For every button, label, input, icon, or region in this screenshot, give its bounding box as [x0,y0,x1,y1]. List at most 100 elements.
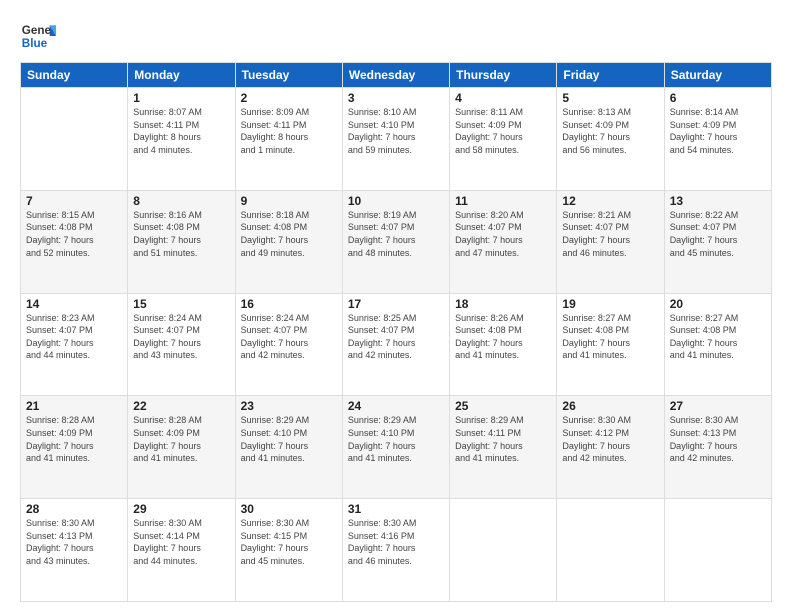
day-info: Sunrise: 8:07 AM Sunset: 4:11 PM Dayligh… [133,106,229,156]
calendar-day-cell: 6Sunrise: 8:14 AM Sunset: 4:09 PM Daylig… [664,88,771,191]
calendar-day-header: Saturday [664,63,771,88]
day-number: 28 [26,502,122,516]
day-info: Sunrise: 8:29 AM Sunset: 4:10 PM Dayligh… [348,414,444,464]
calendar-day-header: Sunday [21,63,128,88]
day-number: 25 [455,399,551,413]
calendar-day-cell: 2Sunrise: 8:09 AM Sunset: 4:11 PM Daylig… [235,88,342,191]
calendar-day-cell: 7Sunrise: 8:15 AM Sunset: 4:08 PM Daylig… [21,190,128,293]
day-info: Sunrise: 8:24 AM Sunset: 4:07 PM Dayligh… [241,312,337,362]
day-info: Sunrise: 8:28 AM Sunset: 4:09 PM Dayligh… [26,414,122,464]
calendar-day-cell: 14Sunrise: 8:23 AM Sunset: 4:07 PM Dayli… [21,293,128,396]
calendar-day-cell: 29Sunrise: 8:30 AM Sunset: 4:14 PM Dayli… [128,499,235,602]
calendar-day-cell: 13Sunrise: 8:22 AM Sunset: 4:07 PM Dayli… [664,190,771,293]
day-info: Sunrise: 8:15 AM Sunset: 4:08 PM Dayligh… [26,209,122,259]
day-number: 31 [348,502,444,516]
calendar-day-cell: 27Sunrise: 8:30 AM Sunset: 4:13 PM Dayli… [664,396,771,499]
generalblue-logo-icon: General Blue [20,18,56,54]
day-number: 29 [133,502,229,516]
calendar-day-header: Tuesday [235,63,342,88]
day-info: Sunrise: 8:09 AM Sunset: 4:11 PM Dayligh… [241,106,337,156]
calendar-day-cell: 18Sunrise: 8:26 AM Sunset: 4:08 PM Dayli… [450,293,557,396]
day-number: 14 [26,297,122,311]
calendar-week-row: 1Sunrise: 8:07 AM Sunset: 4:11 PM Daylig… [21,88,772,191]
calendar-day-cell: 5Sunrise: 8:13 AM Sunset: 4:09 PM Daylig… [557,88,664,191]
calendar-day-cell: 31Sunrise: 8:30 AM Sunset: 4:16 PM Dayli… [342,499,449,602]
day-number: 27 [670,399,766,413]
calendar-day-cell: 21Sunrise: 8:28 AM Sunset: 4:09 PM Dayli… [21,396,128,499]
logo: General Blue [20,18,58,54]
calendar-day-header: Thursday [450,63,557,88]
calendar-day-cell: 30Sunrise: 8:30 AM Sunset: 4:15 PM Dayli… [235,499,342,602]
calendar-day-header: Wednesday [342,63,449,88]
day-number: 20 [670,297,766,311]
calendar-header-row: SundayMondayTuesdayWednesdayThursdayFrid… [21,63,772,88]
day-number: 12 [562,194,658,208]
calendar-day-cell: 10Sunrise: 8:19 AM Sunset: 4:07 PM Dayli… [342,190,449,293]
calendar-day-cell: 25Sunrise: 8:29 AM Sunset: 4:11 PM Dayli… [450,396,557,499]
day-info: Sunrise: 8:30 AM Sunset: 4:14 PM Dayligh… [133,517,229,567]
day-number: 16 [241,297,337,311]
calendar-day-cell: 15Sunrise: 8:24 AM Sunset: 4:07 PM Dayli… [128,293,235,396]
day-info: Sunrise: 8:24 AM Sunset: 4:07 PM Dayligh… [133,312,229,362]
day-number: 9 [241,194,337,208]
day-number: 21 [26,399,122,413]
day-number: 26 [562,399,658,413]
calendar-day-cell: 11Sunrise: 8:20 AM Sunset: 4:07 PM Dayli… [450,190,557,293]
day-info: Sunrise: 8:21 AM Sunset: 4:07 PM Dayligh… [562,209,658,259]
calendar-day-cell: 9Sunrise: 8:18 AM Sunset: 4:08 PM Daylig… [235,190,342,293]
day-number: 17 [348,297,444,311]
day-info: Sunrise: 8:16 AM Sunset: 4:08 PM Dayligh… [133,209,229,259]
day-number: 18 [455,297,551,311]
day-info: Sunrise: 8:28 AM Sunset: 4:09 PM Dayligh… [133,414,229,464]
day-info: Sunrise: 8:25 AM Sunset: 4:07 PM Dayligh… [348,312,444,362]
calendar-day-cell: 8Sunrise: 8:16 AM Sunset: 4:08 PM Daylig… [128,190,235,293]
day-info: Sunrise: 8:20 AM Sunset: 4:07 PM Dayligh… [455,209,551,259]
calendar-day-cell: 12Sunrise: 8:21 AM Sunset: 4:07 PM Dayli… [557,190,664,293]
day-info: Sunrise: 8:30 AM Sunset: 4:13 PM Dayligh… [26,517,122,567]
calendar-table: SundayMondayTuesdayWednesdayThursdayFrid… [20,62,772,602]
calendar-day-cell: 22Sunrise: 8:28 AM Sunset: 4:09 PM Dayli… [128,396,235,499]
day-number: 22 [133,399,229,413]
calendar-day-cell: 26Sunrise: 8:30 AM Sunset: 4:12 PM Dayli… [557,396,664,499]
day-number: 10 [348,194,444,208]
day-number: 5 [562,91,658,105]
day-number: 24 [348,399,444,413]
day-number: 8 [133,194,229,208]
calendar-day-cell [21,88,128,191]
day-info: Sunrise: 8:18 AM Sunset: 4:08 PM Dayligh… [241,209,337,259]
page: General Blue SundayMondayTuesdayWednesda… [0,0,792,612]
day-info: Sunrise: 8:23 AM Sunset: 4:07 PM Dayligh… [26,312,122,362]
day-info: Sunrise: 8:27 AM Sunset: 4:08 PM Dayligh… [562,312,658,362]
day-info: Sunrise: 8:29 AM Sunset: 4:11 PM Dayligh… [455,414,551,464]
day-info: Sunrise: 8:13 AM Sunset: 4:09 PM Dayligh… [562,106,658,156]
calendar-day-cell [664,499,771,602]
day-info: Sunrise: 8:30 AM Sunset: 4:16 PM Dayligh… [348,517,444,567]
day-info: Sunrise: 8:19 AM Sunset: 4:07 PM Dayligh… [348,209,444,259]
calendar-day-cell: 24Sunrise: 8:29 AM Sunset: 4:10 PM Dayli… [342,396,449,499]
calendar-day-cell: 3Sunrise: 8:10 AM Sunset: 4:10 PM Daylig… [342,88,449,191]
calendar-day-header: Monday [128,63,235,88]
day-info: Sunrise: 8:30 AM Sunset: 4:15 PM Dayligh… [241,517,337,567]
day-info: Sunrise: 8:30 AM Sunset: 4:12 PM Dayligh… [562,414,658,464]
calendar-day-cell: 23Sunrise: 8:29 AM Sunset: 4:10 PM Dayli… [235,396,342,499]
day-info: Sunrise: 8:27 AM Sunset: 4:08 PM Dayligh… [670,312,766,362]
day-number: 13 [670,194,766,208]
day-info: Sunrise: 8:14 AM Sunset: 4:09 PM Dayligh… [670,106,766,156]
day-number: 23 [241,399,337,413]
day-number: 4 [455,91,551,105]
calendar-week-row: 21Sunrise: 8:28 AM Sunset: 4:09 PM Dayli… [21,396,772,499]
day-number: 3 [348,91,444,105]
calendar-day-cell: 4Sunrise: 8:11 AM Sunset: 4:09 PM Daylig… [450,88,557,191]
calendar-day-cell: 28Sunrise: 8:30 AM Sunset: 4:13 PM Dayli… [21,499,128,602]
calendar-week-row: 28Sunrise: 8:30 AM Sunset: 4:13 PM Dayli… [21,499,772,602]
day-number: 15 [133,297,229,311]
day-number: 7 [26,194,122,208]
day-number: 30 [241,502,337,516]
calendar-day-cell: 19Sunrise: 8:27 AM Sunset: 4:08 PM Dayli… [557,293,664,396]
day-info: Sunrise: 8:26 AM Sunset: 4:08 PM Dayligh… [455,312,551,362]
day-number: 2 [241,91,337,105]
day-info: Sunrise: 8:10 AM Sunset: 4:10 PM Dayligh… [348,106,444,156]
day-info: Sunrise: 8:22 AM Sunset: 4:07 PM Dayligh… [670,209,766,259]
calendar-day-cell: 16Sunrise: 8:24 AM Sunset: 4:07 PM Dayli… [235,293,342,396]
calendar-day-cell: 17Sunrise: 8:25 AM Sunset: 4:07 PM Dayli… [342,293,449,396]
